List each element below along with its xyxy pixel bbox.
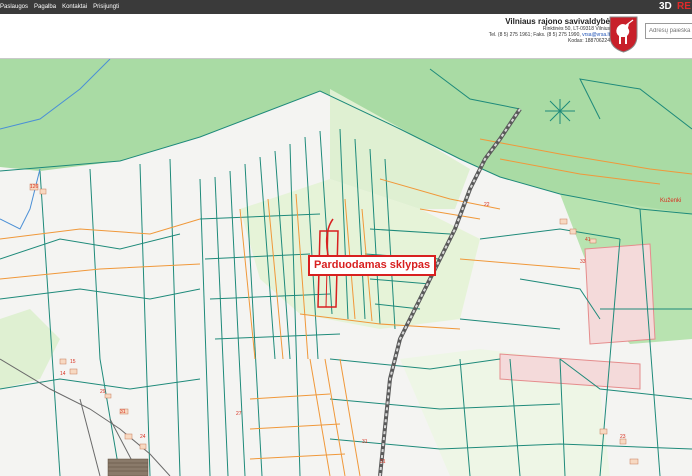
municipality-code: Kodas: 188706224 [568, 38, 610, 44]
parcel-number-label: 31 [380, 459, 386, 465]
municipality-header: Vilniaus rajono savivaldybė Rinktinės 50… [0, 14, 692, 59]
nav-item-pagalba[interactable]: Pagalba [34, 4, 56, 10]
parcel-number-label: 31 [362, 439, 368, 445]
parcel-number-label: 14 [60, 371, 66, 377]
coat-of-arms-icon [609, 16, 638, 53]
nav-item-kontaktai[interactable]: Kontaktai [62, 4, 87, 10]
parcel-number-label: 29 [100, 389, 106, 395]
parcel-number-label: 27 [236, 411, 242, 417]
address-search-input[interactable] [645, 23, 692, 39]
nav-item-prisijungti[interactable]: Prisijungti [93, 4, 119, 10]
parcel-number-label: 23 [620, 434, 626, 440]
parcel-number-label: 24 [140, 434, 146, 440]
parcel-number-label: 22 [484, 202, 490, 208]
place-name-label: Kuženki [660, 198, 682, 204]
parcel-number-label: 41 [585, 237, 591, 243]
top-navigation-bar: Paslaugos Pagalba Kontaktai Prisijungti … [0, 0, 692, 14]
top-nav-menu: Paslaugos Pagalba Kontaktai Prisijungti [0, 4, 119, 10]
parcel-number-label: 15 [70, 359, 76, 365]
parcel-for-sale-callout: Parduodamas sklypas [308, 255, 437, 276]
parcel-number-label: 31 [120, 409, 126, 415]
cadastral-map[interactable]: Parduodamas sklypas 126 31 22 27 31 29 2… [0, 59, 692, 476]
municipality-name: Vilniaus rajono savivaldybė [505, 17, 610, 26]
view-3d-button[interactable]: 3D [659, 1, 672, 12]
parcel-number-label: 126 [30, 184, 39, 190]
view-re-button[interactable]: RE [677, 1, 691, 12]
nav-item-paslaugos[interactable]: Paslaugos [0, 4, 28, 10]
municipality-info: Vilniaus rajono savivaldybė Rinktinės 50… [489, 17, 610, 44]
parcel-number-label: 33 [580, 259, 586, 265]
